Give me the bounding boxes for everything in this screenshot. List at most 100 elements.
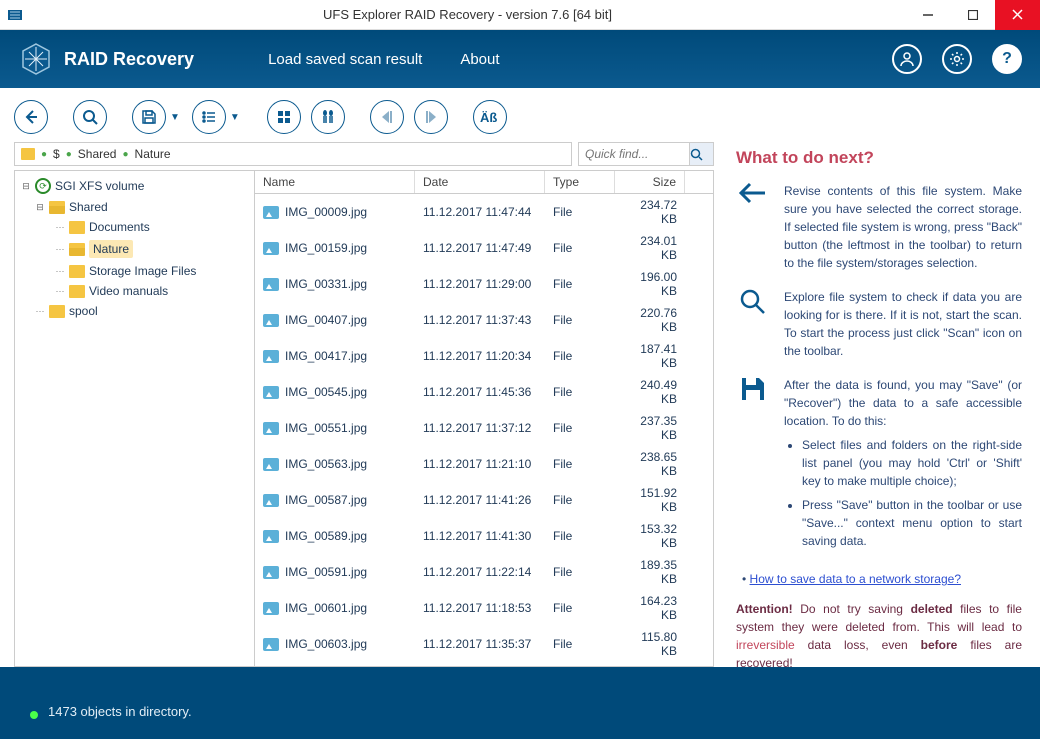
info-bullet: Press "Save" button in the toolbar or us… xyxy=(802,496,1022,550)
status-indicator-icon xyxy=(30,711,38,719)
image-file-icon xyxy=(263,206,279,219)
info-title: What to do next? xyxy=(736,148,1022,168)
app-header: RAID Recovery Load saved scan result Abo… xyxy=(0,30,1040,88)
image-file-icon xyxy=(263,278,279,291)
tree-video-manuals[interactable]: ⋯ Video manuals xyxy=(15,281,254,301)
title-bar: UFS Explorer RAID Recovery - version 7.6… xyxy=(0,0,1040,30)
folder-tree[interactable]: ⊟ ⟳ SGI XFS volume ⊟ Shared ⋯ Documents xyxy=(15,171,255,666)
info-link-network[interactable]: How to save data to a network storage? xyxy=(750,572,961,586)
file-row[interactable]: IMG_00331.jpg11.12.2017 11:29:00File196.… xyxy=(255,266,713,302)
file-row[interactable]: IMG_00545.jpg11.12.2017 11:45:36File240.… xyxy=(255,374,713,410)
toolbar: ▼ ▼ Äß xyxy=(14,100,1026,134)
maximize-button[interactable] xyxy=(950,0,995,30)
tree-shared[interactable]: ⊟ Shared xyxy=(15,197,254,217)
breadcrumb-row: ● $ ● Shared ● Nature xyxy=(14,142,714,166)
menu-load-scan[interactable]: Load saved scan result xyxy=(254,45,436,74)
folder-icon xyxy=(21,148,35,160)
image-file-icon xyxy=(263,314,279,327)
image-file-icon xyxy=(263,494,279,507)
app-title: RAID Recovery xyxy=(64,49,194,70)
tree-documents[interactable]: ⋯ Documents xyxy=(15,217,254,237)
image-file-icon xyxy=(263,242,279,255)
folder-icon xyxy=(69,221,85,234)
folder-icon xyxy=(69,243,85,256)
minimize-button[interactable] xyxy=(905,0,950,30)
folder-icon xyxy=(49,305,65,318)
tree-spool[interactable]: ⋯ spool xyxy=(15,301,254,321)
info-pane: What to do next? Revise contents of this… xyxy=(714,142,1026,667)
image-file-icon xyxy=(263,386,279,399)
file-row[interactable]: IMG_00407.jpg11.12.2017 11:37:43File220.… xyxy=(255,302,713,338)
tree-storage-image[interactable]: ⋯ Storage Image Files xyxy=(15,261,254,281)
file-row[interactable]: IMG_00563.jpg11.12.2017 11:21:10File238.… xyxy=(255,446,713,482)
file-list-body[interactable]: IMG_00009.jpg11.12.2017 11:47:44File234.… xyxy=(255,194,713,666)
image-file-icon xyxy=(263,458,279,471)
image-file-icon xyxy=(263,602,279,615)
file-list: Name Date Type Size IMG_00009.jpg11.12.2… xyxy=(255,171,713,666)
grid-view-button[interactable] xyxy=(267,100,301,134)
settings-button[interactable] xyxy=(942,44,972,74)
bullet-icon: ● xyxy=(122,149,128,160)
app-icon xyxy=(0,0,30,30)
col-date[interactable]: Date xyxy=(415,171,545,193)
bullet-icon: ● xyxy=(66,149,72,160)
image-file-icon xyxy=(263,566,279,579)
file-row[interactable]: IMG_00551.jpg11.12.2017 11:37:12File237.… xyxy=(255,410,713,446)
file-row[interactable]: IMG_00009.jpg11.12.2017 11:47:44File234.… xyxy=(255,194,713,230)
col-size[interactable]: Size xyxy=(615,171,685,193)
list-mode-dropdown[interactable]: ▼ xyxy=(228,112,242,123)
info-scan: Explore file system to check if data you… xyxy=(736,288,1022,360)
file-row[interactable]: IMG_00603.jpg11.12.2017 11:35:37File115.… xyxy=(255,626,713,662)
attention-note: Attention! Do not try saving deleted fil… xyxy=(736,600,1022,667)
save-button[interactable] xyxy=(132,100,166,134)
tree-nature[interactable]: ⋯ Nature xyxy=(15,237,254,261)
content-area: ▼ ▼ Äß xyxy=(0,88,1040,667)
image-file-icon xyxy=(263,530,279,543)
save-icon xyxy=(736,376,770,556)
list-header: Name Date Type Size xyxy=(255,171,713,194)
image-file-icon xyxy=(263,422,279,435)
file-row[interactable]: IMG_00587.jpg11.12.2017 11:41:26File151.… xyxy=(255,482,713,518)
quick-find-button[interactable] xyxy=(689,143,713,165)
user-button[interactable] xyxy=(892,44,922,74)
file-explorer: ⊟ ⟳ SGI XFS volume ⊟ Shared ⋯ Documents xyxy=(14,170,714,667)
info-back: Revise contents of this file system. Mak… xyxy=(736,182,1022,272)
tree-volume[interactable]: ⊟ ⟳ SGI XFS volume xyxy=(15,175,254,197)
logo-icon xyxy=(18,41,54,77)
quick-find-input[interactable] xyxy=(579,143,689,165)
status-text: 1473 objects in directory. xyxy=(48,704,192,719)
status-bar: 1473 objects in directory. xyxy=(0,667,1040,739)
next-button[interactable] xyxy=(414,100,448,134)
find-button[interactable] xyxy=(311,100,345,134)
back-button[interactable] xyxy=(14,100,48,134)
close-button[interactable] xyxy=(995,0,1040,30)
window-title: UFS Explorer RAID Recovery - version 7.6… xyxy=(30,7,905,22)
col-type[interactable]: Type xyxy=(545,171,615,193)
arrow-left-icon xyxy=(736,182,770,272)
prev-button[interactable] xyxy=(370,100,404,134)
crumb-deleted: $ xyxy=(53,147,60,161)
file-row[interactable]: IMG_00589.jpg11.12.2017 11:41:30File153.… xyxy=(255,518,713,554)
file-row[interactable]: IMG_00159.jpg11.12.2017 11:47:49File234.… xyxy=(255,230,713,266)
list-mode-button[interactable] xyxy=(192,100,226,134)
svg-text:Äß: Äß xyxy=(480,110,497,125)
window-controls xyxy=(905,0,1040,30)
breadcrumb[interactable]: ● $ ● Shared ● Nature xyxy=(14,142,572,166)
volume-icon: ⟳ xyxy=(35,178,51,194)
menu-about[interactable]: About xyxy=(446,45,513,74)
bullet-icon: ● xyxy=(41,149,47,160)
crumb-shared: Shared xyxy=(78,147,117,161)
quick-find xyxy=(578,142,714,166)
help-button[interactable]: ? xyxy=(992,44,1022,74)
folder-icon xyxy=(49,201,65,214)
crumb-nature: Nature xyxy=(135,147,171,161)
file-row[interactable]: IMG_00617.JPG11.12.2017 11:30:35File221.… xyxy=(255,662,713,666)
file-row[interactable]: IMG_00591.jpg11.12.2017 11:22:14File189.… xyxy=(255,554,713,590)
folder-icon xyxy=(69,285,85,298)
col-name[interactable]: Name xyxy=(255,171,415,193)
file-row[interactable]: IMG_00417.jpg11.12.2017 11:20:34File187.… xyxy=(255,338,713,374)
scan-button[interactable] xyxy=(73,100,107,134)
save-dropdown[interactable]: ▼ xyxy=(168,112,182,123)
file-row[interactable]: IMG_00601.jpg11.12.2017 11:18:53File164.… xyxy=(255,590,713,626)
encoding-button[interactable]: Äß xyxy=(473,100,507,134)
